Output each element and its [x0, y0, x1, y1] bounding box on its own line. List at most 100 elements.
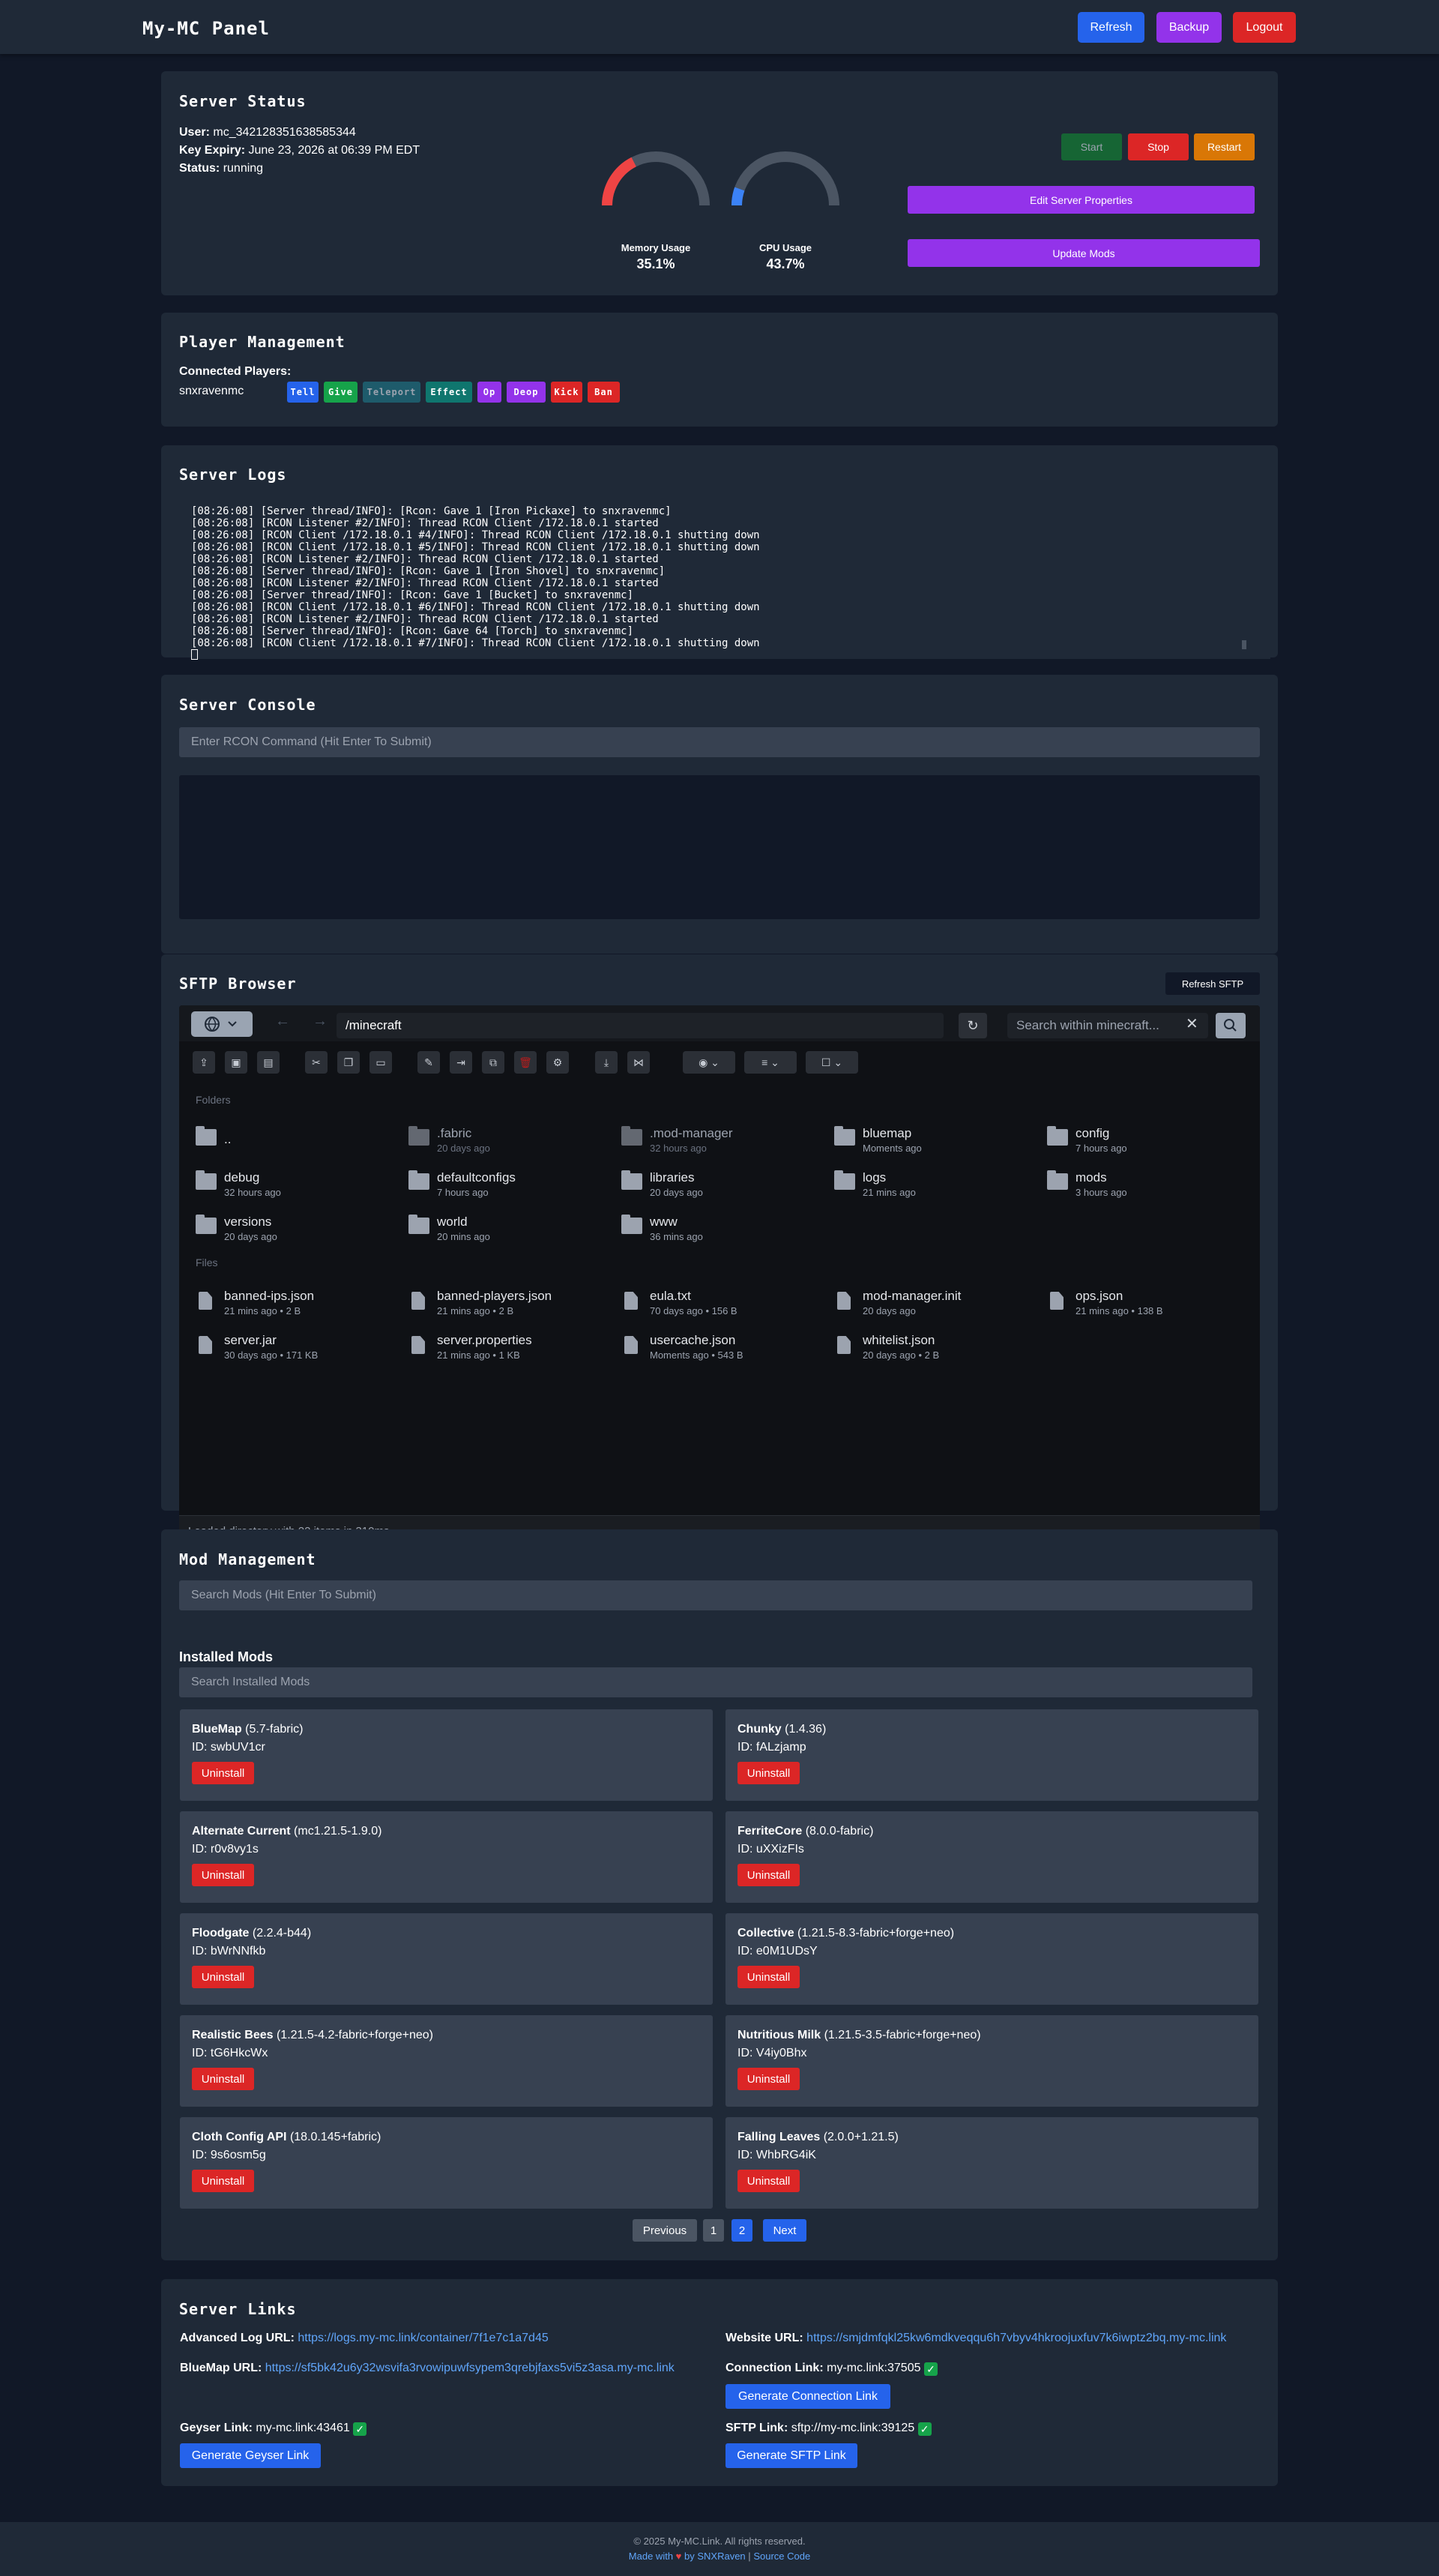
folder-item[interactable]: world 20 mins ago — [408, 1210, 611, 1246]
permissions-icon[interactable]: ⚙ — [546, 1051, 569, 1074]
file-item[interactable]: eula.txt 70 days ago • 156 B — [621, 1284, 824, 1320]
mod-search-input[interactable]: Search Mods (Hit Enter To Submit) — [179, 1580, 1252, 1610]
file-item[interactable]: banned-players.json 21 mins ago • 2 B — [408, 1284, 611, 1320]
clear-search-icon[interactable]: ✕ — [1186, 1014, 1198, 1033]
folder-item[interactable]: mods 3 hours ago — [1047, 1166, 1249, 1202]
sftp-search-input[interactable]: Search within minecraft... — [1007, 1013, 1208, 1038]
generate-sftp-button[interactable]: Generate SFTP Link — [725, 2443, 857, 2468]
folder-item[interactable]: debug 32 hours ago — [196, 1166, 398, 1202]
advanced-log-link[interactable]: https://logs.my-mc.link/container/7f1e7c… — [298, 2332, 548, 2344]
uninstall-button[interactable]: Uninstall — [737, 1762, 800, 1784]
reload-icon[interactable]: ↻ — [959, 1013, 987, 1038]
upload-icon[interactable]: ⇪ — [193, 1051, 215, 1074]
installed-mods-search[interactable]: Search Installed Mods — [179, 1667, 1252, 1697]
sort-icon[interactable]: ≡ ⌄ — [744, 1051, 797, 1074]
uninstall-button[interactable]: Uninstall — [737, 2068, 800, 2090]
folder-meta: 32 hours ago — [224, 1187, 281, 1198]
folder-item[interactable]: www 36 mins ago — [621, 1210, 824, 1246]
op-button[interactable]: Op — [477, 382, 501, 403]
file-item[interactable]: server.properties 21 mins ago • 1 KB — [408, 1328, 611, 1364]
give-button[interactable]: Give — [324, 382, 358, 403]
back-arrow-icon[interactable]: ← — [275, 1013, 290, 1030]
uninstall-button[interactable]: Uninstall — [192, 2068, 254, 2090]
delete-icon[interactable]: 🗑 — [514, 1051, 537, 1074]
source-code-link[interactable]: Source Code — [753, 2551, 810, 2562]
cpu-usage: CPU Usage 43.7% — [737, 242, 834, 272]
folder-meta: 32 hours ago — [650, 1143, 707, 1154]
kick-button[interactable]: Kick — [551, 382, 582, 403]
log-output[interactable]: [08:26:08] [Server thread/INFO]: [Rcon: … — [191, 505, 1270, 660]
forward-arrow-icon[interactable]: → — [313, 1013, 328, 1030]
share-icon[interactable]: ⋈ — [627, 1051, 650, 1074]
rename-icon[interactable]: ✎ — [417, 1051, 440, 1074]
uninstall-button[interactable]: Uninstall — [192, 1864, 254, 1886]
folder-item[interactable]: .fabric 20 days ago — [408, 1122, 611, 1158]
uninstall-button[interactable]: Uninstall — [737, 1966, 800, 1988]
folder-item[interactable]: bluemap Moments ago — [834, 1122, 1037, 1158]
refresh-sftp-button[interactable]: Refresh SFTP — [1165, 972, 1260, 995]
stop-button[interactable]: Stop — [1128, 133, 1189, 160]
file-item[interactable]: banned-ips.json 21 mins ago • 2 B — [196, 1284, 398, 1320]
backup-button[interactable]: Backup — [1156, 12, 1222, 43]
folder-item[interactable]: defaultconfigs 7 hours ago — [408, 1166, 611, 1202]
rcon-command-input[interactable]: Enter RCON Command (Hit Enter To Submit) — [179, 727, 1260, 757]
generate-geyser-button[interactable]: Generate Geyser Link — [180, 2443, 321, 2468]
folder-item[interactable]: .. — [196, 1122, 398, 1158]
effect-button[interactable]: Effect — [426, 382, 472, 403]
deop-button[interactable]: Deop — [507, 382, 546, 403]
file-item[interactable]: server.jar 30 days ago • 171 KB — [196, 1328, 398, 1364]
duplicate-icon[interactable]: ⧉ — [482, 1051, 504, 1074]
edit-properties-button[interactable]: Edit Server Properties — [908, 186, 1255, 214]
folder-item[interactable]: logs 21 mins ago — [834, 1166, 1037, 1202]
folder-item[interactable]: .mod-manager 32 hours ago — [621, 1122, 824, 1158]
file-item[interactable]: ops.json 21 mins ago • 138 B — [1047, 1284, 1249, 1320]
search-button[interactable] — [1216, 1013, 1246, 1038]
ban-button[interactable]: Ban — [588, 382, 620, 403]
mod-name: Cloth Config API — [192, 2131, 287, 2143]
folder-name: .fabric — [437, 1126, 472, 1140]
teleport-button[interactable]: Teleport — [363, 382, 420, 403]
move-icon[interactable]: ⇥ — [450, 1051, 472, 1074]
file-item[interactable]: whitelist.json 20 days ago • 2 B — [834, 1328, 1037, 1364]
tell-button[interactable]: Tell — [287, 382, 319, 403]
file-item[interactable]: usercache.json Moments ago • 543 B — [621, 1328, 824, 1364]
restart-button[interactable]: Restart — [1194, 133, 1255, 160]
log-scroll-handle[interactable] — [1242, 640, 1246, 649]
paste-icon[interactable]: ▭ — [369, 1051, 392, 1074]
uninstall-button[interactable]: Uninstall — [192, 1762, 254, 1784]
status-info: User: mc_342128351638585344 Key Expiry: … — [179, 124, 420, 178]
update-mods-button[interactable]: Update Mods — [908, 239, 1260, 267]
uninstall-button[interactable]: Uninstall — [737, 1864, 800, 1886]
connection-switcher[interactable] — [191, 1011, 253, 1037]
new-folder-icon[interactable]: ▣ — [225, 1051, 247, 1074]
folder-item[interactable]: config 7 hours ago — [1047, 1122, 1249, 1158]
cut-icon[interactable]: ✂ — [305, 1051, 328, 1074]
select-icon[interactable]: ☐ ⌄ — [806, 1051, 858, 1074]
logout-button[interactable]: Logout — [1233, 12, 1296, 43]
uninstall-button[interactable]: Uninstall — [192, 1966, 254, 1988]
bluemap-link[interactable]: https://sf5bk42u6y32wsvifa3rvowipuwfsype… — [265, 2362, 675, 2374]
player-name: snxravenmc — [179, 385, 244, 397]
uninstall-button[interactable]: Uninstall — [192, 2170, 254, 2192]
download-icon[interactable]: ⤓ — [595, 1051, 618, 1074]
folder-meta: 21 mins ago — [863, 1187, 916, 1198]
start-button[interactable]: Start — [1061, 133, 1122, 160]
path-input[interactable]: /minecraft — [337, 1013, 944, 1038]
folder-name: bluemap — [863, 1126, 912, 1140]
page-1-button[interactable]: 1 — [703, 2219, 724, 2242]
uninstall-button[interactable]: Uninstall — [737, 2170, 800, 2192]
new-file-icon[interactable]: ▤ — [257, 1051, 280, 1074]
folder-item[interactable]: libraries 20 days ago — [621, 1166, 824, 1202]
website-link[interactable]: https://smjdmfqkl25kw6mdkveqqu6h7vbyv4hk… — [806, 2332, 1226, 2344]
previous-page-button[interactable]: Previous — [633, 2219, 697, 2242]
author-link[interactable]: by SNXRaven — [684, 2551, 746, 2562]
page-2-button[interactable]: 2 — [731, 2219, 752, 2242]
refresh-button[interactable]: Refresh — [1078, 12, 1144, 43]
next-page-button[interactable]: Next — [763, 2219, 806, 2242]
copy-icon[interactable]: ❐ — [337, 1051, 360, 1074]
mod-id-value: bWrNNfkb — [210, 1945, 266, 1957]
file-item[interactable]: mod-manager.init 20 days ago — [834, 1284, 1037, 1320]
view-mode-icon[interactable]: ◉ ⌄ — [683, 1051, 735, 1074]
folder-item[interactable]: versions 20 days ago — [196, 1210, 398, 1246]
generate-connection-button[interactable]: Generate Connection Link — [725, 2384, 890, 2409]
